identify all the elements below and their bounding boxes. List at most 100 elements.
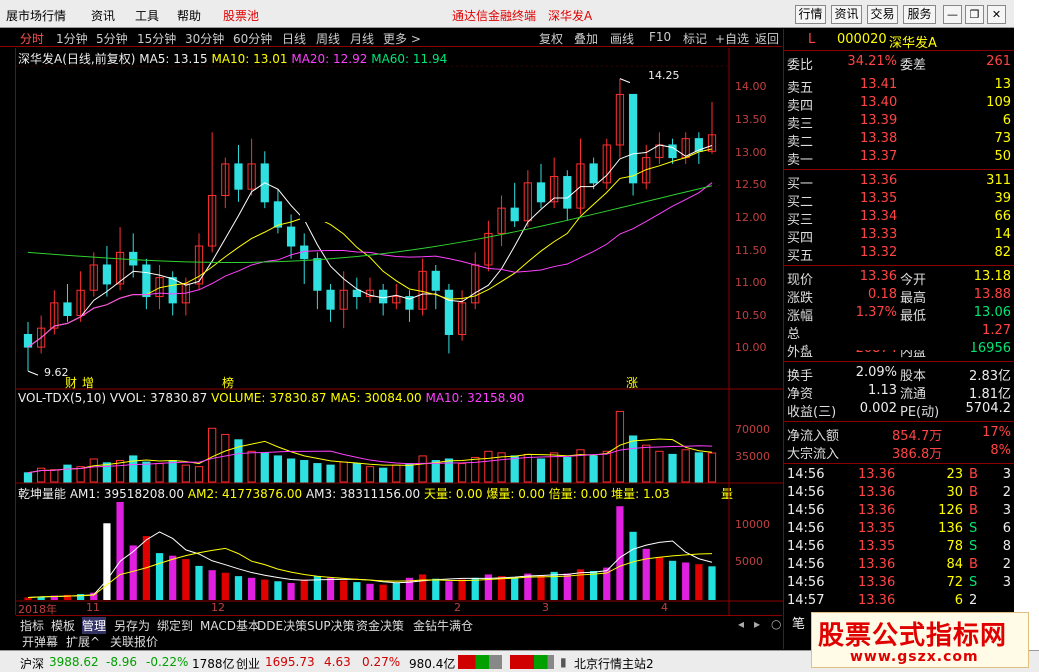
volume-bar [510, 455, 519, 483]
qk-tick: 5000 [735, 555, 763, 568]
volume-bar [365, 466, 375, 483]
stat-value: 13.88 [973, 287, 1011, 302]
volume-bar [89, 458, 98, 483]
stat-label: 涨幅 [787, 309, 814, 324]
flow-pct: 17% [982, 425, 1011, 440]
qk-bar [261, 579, 269, 600]
tick-footer: 笔 [792, 617, 806, 632]
ask-row[interactable]: 卖五 13.41 13 [784, 77, 1014, 96]
qk-tick: 10000 [735, 518, 770, 531]
bid-label: 买五 [787, 249, 814, 264]
price-tick: 13.00 [735, 146, 767, 159]
qk-bar [300, 579, 308, 600]
bid-volume: 66 [994, 209, 1011, 224]
volume-bar [405, 463, 414, 483]
close-icon[interactable]: ✕ [987, 5, 1006, 24]
stat-label: 最低 [900, 309, 927, 324]
stock-code: 000020 [837, 32, 887, 47]
qk-bar [668, 560, 677, 600]
ask-label: 卖五 [787, 81, 814, 96]
tick-direction: B [969, 467, 978, 482]
bid-price: 13.32 [860, 245, 898, 260]
stat-label: 现价 [787, 273, 814, 288]
qk-bar [445, 581, 453, 600]
tick-time: 14:56 [787, 485, 825, 500]
candle-body [273, 201, 283, 228]
ask-row[interactable]: 卖二 13.38 73 [784, 131, 1014, 150]
tabs-scroll-right-icon[interactable]: ▸ [754, 617, 760, 631]
candle-body [589, 163, 598, 184]
price-tick: 11.00 [735, 276, 767, 289]
increase-marker[interactable]: 增 [82, 374, 94, 391]
volume-bar [194, 466, 204, 483]
volume-bar [286, 458, 296, 483]
price-tick: 10.00 [735, 341, 767, 354]
vertical-scrollbar[interactable] [1014, 0, 1039, 650]
volume-bar [273, 455, 283, 483]
l-icon[interactable]: L [808, 32, 815, 47]
limitup-marker[interactable]: 涨 [626, 374, 638, 391]
service-button[interactable]: 服务 [903, 5, 936, 24]
volume-bar [563, 456, 572, 483]
vol-tick: 70000 [735, 423, 770, 436]
danmaku-tab[interactable]: 开弹幕 [22, 633, 58, 650]
volume-bar [379, 467, 388, 483]
qk-bar [116, 501, 124, 600]
server-label[interactable]: 北京行情主站2 [574, 655, 654, 672]
stat-row: 涨跌 0.18 最高 13.88 [784, 287, 1014, 306]
market-button[interactable]: 行情 [795, 5, 826, 24]
qk-bar [366, 583, 374, 600]
ask-row[interactable]: 卖一 13.37 50 [784, 149, 1014, 168]
ask-label: 卖三 [787, 117, 814, 132]
volume-bar [300, 460, 309, 483]
volume-bar [602, 450, 611, 483]
site-watermark: 股票公式指标网 www.gszx.com [811, 612, 1029, 668]
bid-label: 买三 [787, 213, 814, 228]
volume-bar [642, 444, 651, 483]
ask-row[interactable]: 卖四 13.40 109 [784, 95, 1014, 114]
bid-price: 13.35 [860, 191, 898, 206]
bid-row[interactable]: 买一 13.36 311 [784, 173, 1014, 192]
expand-tab[interactable]: 扩展^ [66, 633, 100, 650]
kline-chart[interactable] [0, 0, 783, 615]
bid-row[interactable]: 买五 13.32 82 [784, 245, 1014, 264]
ask-row[interactable]: 卖三 13.39 6 [784, 113, 1014, 132]
tick-row: 14:56 13.36 84 B 2 [784, 557, 1014, 575]
flow-row: 净流入额 854.7万 17% [784, 425, 1014, 444]
tick-direction: 2 [969, 593, 978, 608]
bid-row[interactable]: 买二 13.35 39 [784, 191, 1014, 210]
qk-bar [353, 582, 361, 600]
rank-marker[interactable]: 榜 [222, 374, 234, 391]
tick-row: 14:56 13.36 126 B 3 [784, 503, 1014, 521]
idx2-pct: 0.27% [362, 655, 401, 669]
tick-volume: 126 [938, 503, 963, 518]
quote-header: L 000020 深华发A [784, 31, 1014, 51]
tick-direction: B [969, 485, 978, 500]
bid-row[interactable]: 买三 13.34 66 [784, 209, 1014, 228]
stat-value: 2.09% [855, 365, 897, 380]
idx1-value: 3988.62 [49, 655, 99, 669]
flow-value: 854.7万 [892, 429, 943, 444]
tick-price: 13.36 [858, 467, 896, 482]
volume-bar [168, 460, 177, 483]
volume-bar [313, 463, 322, 483]
watermark-url: www.gszx.com [850, 649, 979, 665]
idx1-pct: -0.22% [146, 655, 189, 669]
tabs-scroll-left-icon[interactable]: ◂ [738, 617, 744, 631]
qk-bar [103, 523, 111, 600]
restore-icon[interactable]: ❐ [965, 5, 984, 24]
bid-volume: 82 [994, 245, 1011, 260]
bid-row[interactable]: 买四 13.33 14 [784, 227, 1014, 246]
related-quote-tab[interactable]: 关联报价 [110, 633, 158, 650]
minimize-icon[interactable]: — [943, 5, 962, 24]
news-button[interactable]: 资讯 [831, 5, 862, 24]
tabs-close-icon[interactable]: ○ [771, 617, 781, 631]
date-tick: 11 [86, 601, 100, 614]
tick-volume: 23 [946, 467, 963, 482]
tick-volume: 72 [946, 575, 963, 590]
tick-price: 13.35 [858, 539, 896, 554]
weibi-row: 委比 34.21% 委差 261 [784, 54, 1014, 73]
ask-price: 13.41 [860, 77, 898, 92]
ask-label: 卖二 [787, 135, 814, 150]
trade-button[interactable]: 交易 [867, 5, 898, 24]
